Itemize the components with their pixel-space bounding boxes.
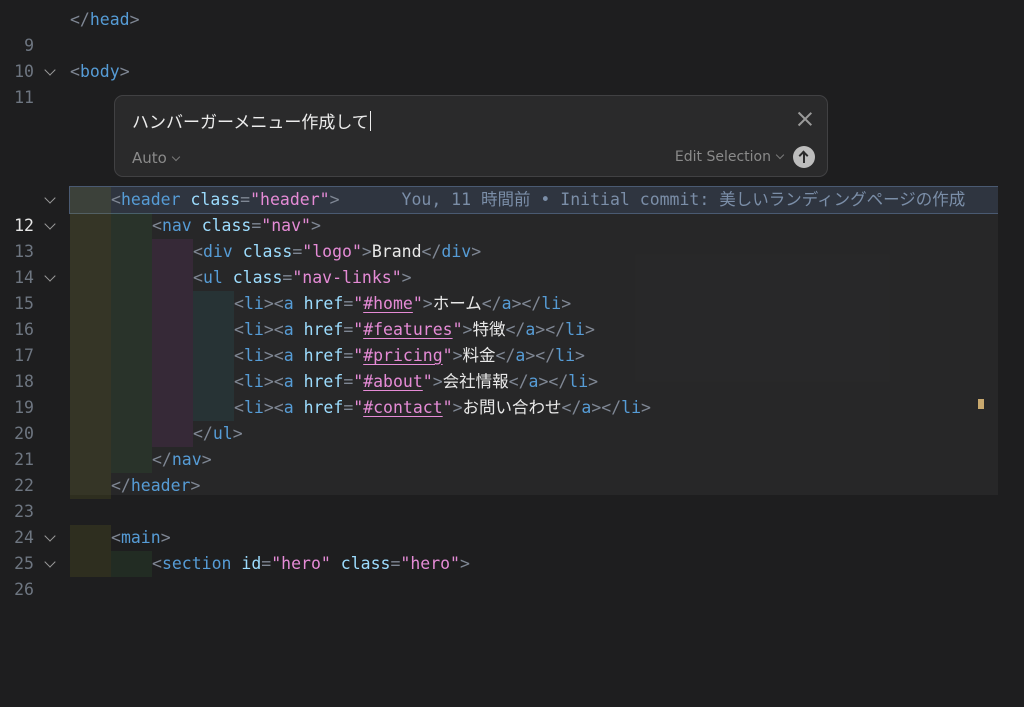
code-line-12[interactable]: 12 <header class="header"> You, 11 時間前 • … xyxy=(0,187,1024,235)
git-blame-annotation: You, 11 時間前 • Initial commit: 美しいランディングペ… xyxy=(401,190,966,209)
send-arrow-up-icon[interactable] xyxy=(793,146,815,168)
chevron-down-icon[interactable] xyxy=(44,218,56,230)
code-line-24[interactable]: 24 xyxy=(0,499,1024,547)
code-line-21[interactable]: 21 </ul> xyxy=(0,421,1024,469)
code-line-17[interactable]: 17 <li><a href="#features">特徴</a></li> xyxy=(0,317,1024,365)
chevron-down-icon[interactable] xyxy=(44,556,56,568)
code-line-9[interactable]: 9 </head> xyxy=(0,7,1024,55)
chevron-down-icon[interactable] xyxy=(44,192,56,204)
close-icon[interactable] xyxy=(797,111,813,127)
text-caret xyxy=(369,111,371,131)
mode-label: Auto xyxy=(132,149,167,167)
code-line-23[interactable]: 23 </header> xyxy=(0,473,1024,521)
mode-selector[interactable]: Auto xyxy=(132,149,181,167)
code-line-10[interactable]: 10 xyxy=(0,33,1024,81)
edit-selection-dropdown[interactable]: Edit Selection xyxy=(674,149,785,165)
code-line-16[interactable]: 16 <li><a href="#home">ホーム</a></li> xyxy=(0,291,1024,339)
code-line-22[interactable]: 22 </nav> xyxy=(0,447,1024,495)
prompt-input-text: ハンバーガーメニュー作成して xyxy=(132,113,369,133)
code-line-19[interactable]: 19 <li><a href="#about">会社情報</a></li> xyxy=(0,369,1024,417)
code-line-20[interactable]: 20 <li><a href="#contact">お問い合わせ</a></li… xyxy=(0,395,1024,443)
code-line-11[interactable]: 11 <body> xyxy=(0,59,1024,107)
inline-ai-prompt: ハンバーガーメニュー作成して Auto Edit Selection xyxy=(114,95,828,177)
prompt-input[interactable]: ハンバーガーメニュー作成して xyxy=(132,108,371,133)
code-line-15[interactable]: 15 <ul class="nav-links"> xyxy=(0,265,1024,313)
code-line-25[interactable]: 25 <main> xyxy=(0,525,1024,573)
code-line-13[interactable]: 13 <nav class="nav"> xyxy=(0,213,1024,261)
chevron-down-icon[interactable] xyxy=(44,530,56,542)
code-editor[interactable]: 9 </head> 10 11 <body> 12 <header class=… xyxy=(0,0,1024,599)
chevron-down-icon[interactable] xyxy=(44,64,56,76)
chevron-down-icon xyxy=(171,152,181,162)
code-line-26[interactable]: 26 <section id="hero" class="hero"> xyxy=(0,551,1024,599)
modified-line-marker xyxy=(978,399,984,409)
chevron-down-icon xyxy=(775,150,785,160)
edit-selection-label: Edit Selection xyxy=(674,149,771,165)
chevron-down-icon[interactable] xyxy=(44,270,56,282)
code-line-14[interactable]: 14 <div class="logo">Brand</div> xyxy=(0,239,1024,287)
code-line-18[interactable]: 18 <li><a href="#pricing">料金</a></li> xyxy=(0,343,1024,391)
vertical-scrollbar[interactable] xyxy=(998,0,1024,583)
